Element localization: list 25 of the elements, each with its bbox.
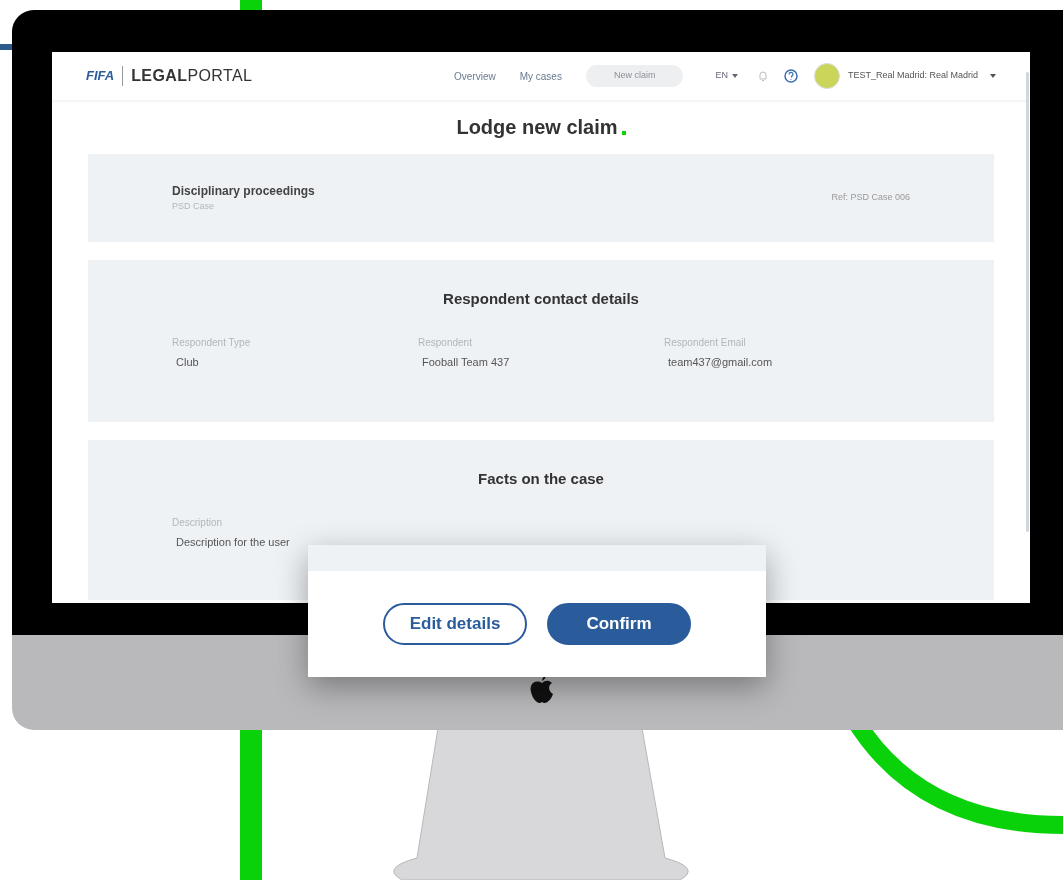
caret-icon (731, 74, 738, 78)
section-heading: Facts on the case (477, 469, 605, 489)
field-label: Respondent Email (664, 335, 747, 350)
apple-logo-icon (529, 675, 555, 705)
help-icon[interactable] (783, 69, 798, 83)
case-title: Disciplinary proceedings (172, 183, 315, 201)
field-label: Description (172, 515, 224, 530)
brand-logo: FIFA (86, 66, 124, 86)
section-heading: Respondent contact details (442, 289, 640, 309)
nav-link[interactable]: Overview (454, 68, 496, 84)
user-name: TEST_Real Madrid: Real Madrid (847, 69, 978, 83)
field-value: team437@gmail.com (667, 354, 774, 370)
field-value: Fooball Team 437 (421, 354, 511, 370)
field-label: Respondent Type (172, 335, 252, 350)
field-label: Respondent (418, 335, 473, 350)
dialog-button[interactable]: Confirm (547, 603, 691, 645)
field-value: Club (175, 354, 200, 370)
dialog-button[interactable]: Edit details (383, 603, 527, 645)
case-reference: Ref: PSD Case 006 (831, 191, 910, 205)
page-title: Lodge new claim (456, 115, 618, 140)
portal-logo: LEGALPORTAL (130, 66, 253, 86)
field-value: Description for the user (175, 534, 291, 550)
language-select[interactable]: EN (715, 69, 738, 83)
nav-link[interactable]: My cases (519, 68, 562, 84)
caret-icon[interactable] (990, 74, 996, 78)
